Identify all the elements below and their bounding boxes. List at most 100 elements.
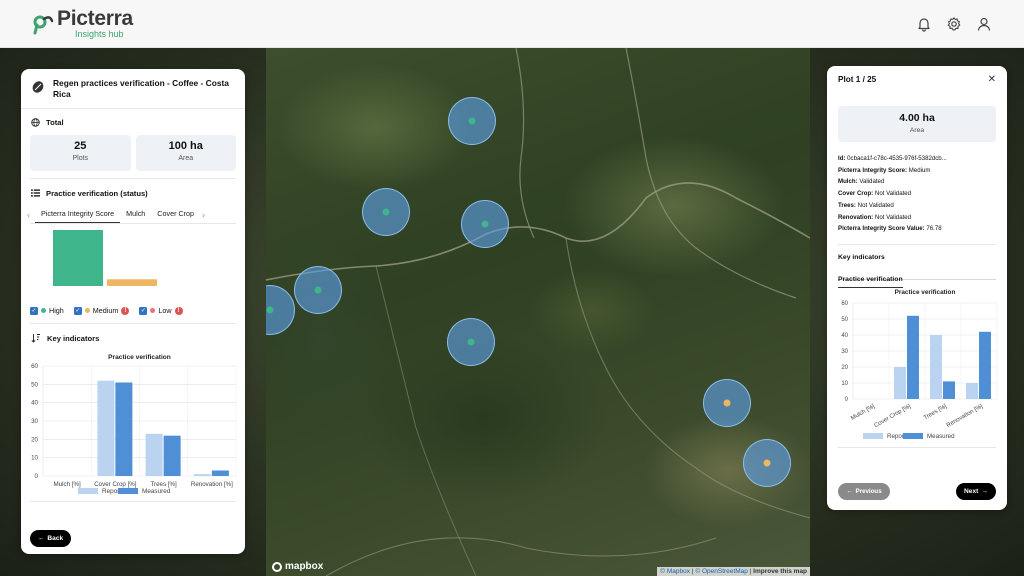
back-label: Back — [47, 535, 64, 542]
legend-item-high[interactable]: ✓ High — [30, 306, 64, 315]
total-section-heading: Total — [21, 115, 245, 129]
legend-label-low: Low — [158, 306, 172, 315]
tab-cover-crop[interactable]: Cover Crop — [151, 207, 200, 223]
attribution-separator: | — [691, 568, 694, 575]
tab-mulch[interactable]: Mulch — [120, 207, 151, 223]
plots-stat: 25 Plots — [30, 135, 131, 171]
status-bar-high — [53, 230, 103, 286]
warning-icon: ! — [174, 306, 183, 315]
improve-map-link[interactable]: Improve this map — [753, 568, 807, 575]
tab-practice-verification[interactable]: Practice verification — [838, 276, 903, 288]
bar-reported — [193, 474, 211, 476]
coffee-bean-icon — [32, 81, 44, 93]
legend-swatch-reported — [78, 488, 98, 494]
chart-title: Practice verification — [895, 289, 956, 296]
plot-status-dot — [382, 208, 390, 216]
plot-key-indicators-heading: Key indicators — [838, 253, 885, 261]
attr-integrity-score: Picterra Integrity Score: Medium — [838, 166, 931, 174]
left-practice-verification-chart: Practice verification 0 10 20 30 40 50 60 Mulch … — [31, 354, 237, 495]
plot-status-dot — [266, 306, 274, 314]
chart-title: Practice verification — [108, 354, 171, 361]
osm-attribution-link[interactable]: © OpenStreetMap — [695, 568, 747, 575]
list-icon — [31, 189, 40, 197]
legend-label-measured: Measured — [927, 433, 955, 440]
back-button[interactable]: ← Back — [30, 530, 71, 547]
next-label: Next — [964, 488, 979, 495]
y-tick-label: 10 — [31, 455, 38, 462]
y-tick-label: 0 — [845, 397, 849, 403]
y-tick-label: 0 — [35, 473, 39, 480]
plot-details-panel: Plot 1 / 25 ✕ 4.00 ha Area Id: 0cbaca1f-… — [827, 66, 1007, 510]
mapbox-label: mapbox — [285, 561, 324, 572]
y-tick-label: 50 — [31, 381, 38, 388]
project-summary-panel: Regen practices verification - Coffee - … — [21, 69, 245, 554]
previous-button[interactable]: ← Previous — [838, 483, 890, 500]
tabs-scroll-left-icon[interactable]: ‹ — [27, 210, 35, 220]
warning-icon: ! — [121, 306, 130, 315]
area-value: 100 ha — [168, 140, 203, 152]
mapbox-attribution-link[interactable]: © Mapbox — [660, 568, 690, 575]
sort-icon — [31, 334, 40, 343]
user-icon[interactable] — [976, 16, 992, 32]
plot-circle[interactable] — [447, 318, 495, 366]
bar-reported — [966, 382, 978, 399]
logo-name: Picterra — [57, 7, 133, 30]
tabs-scroll-right-icon[interactable]: › — [202, 210, 210, 220]
legend-item-medium[interactable]: ✓ Medium ! — [73, 306, 130, 315]
attr-mulch: Mulch: Validated — [838, 178, 885, 186]
plot-circle[interactable] — [703, 379, 751, 427]
y-tick-label: 60 — [31, 363, 38, 370]
plot-circle[interactable] — [294, 266, 342, 314]
plot-circle[interactable] — [461, 200, 509, 248]
plot-status-dot — [468, 117, 476, 125]
attr-id: Id: 0cbaca1f-c78c-4535-976f-5382dcb... — [838, 155, 947, 162]
plot-status-dot — [314, 286, 322, 294]
plot-area-label: Area — [909, 127, 925, 134]
legend-swatch-measured — [903, 432, 923, 439]
plot-status-dot — [481, 220, 489, 228]
plot-circle[interactable] — [743, 439, 791, 487]
status-bar-medium — [107, 279, 157, 286]
bar-measured — [943, 381, 955, 399]
x-tick-label: Mulch [%] — [850, 403, 876, 422]
mapbox-logo[interactable]: mapbox — [272, 561, 323, 572]
checkbox-checked-icon[interactable]: ✓ — [139, 306, 148, 315]
next-button[interactable]: Next → — [956, 483, 996, 500]
x-tick-label: Cover Crop [%] — [873, 403, 912, 429]
bell-icon[interactable] — [916, 16, 932, 32]
checkbox-checked-icon[interactable]: ✓ — [73, 306, 82, 315]
logo-subtitle: Insights hub — [75, 29, 124, 39]
plot-status-dot — [723, 399, 731, 407]
tab-integrity-score[interactable]: Picterra Integrity Score — [35, 207, 121, 223]
bar-measured — [211, 470, 229, 476]
legend-label-high: High — [49, 306, 64, 315]
y-tick-label: 40 — [31, 400, 38, 407]
gear-icon[interactable] — [946, 16, 962, 32]
arrow-left-icon: ← — [846, 488, 853, 495]
picterra-logo[interactable]: Picterra Insights hub — [32, 8, 133, 39]
x-tick-label: Renovation [%] — [946, 403, 985, 429]
area-label: Area — [178, 155, 194, 162]
y-tick-label: 10 — [841, 381, 848, 387]
picterra-logo-icon — [33, 15, 54, 34]
checkbox-checked-icon[interactable]: ✓ — [30, 306, 38, 315]
y-tick-label: 30 — [31, 418, 38, 425]
x-tick-label: Trees [%] — [923, 403, 948, 421]
mapbox-logo-icon — [272, 561, 282, 572]
project-title: Regen practices verification - Coffee - … — [53, 78, 229, 99]
plot-area-stat: 4.00 ha Area — [838, 106, 996, 142]
bar-measured — [163, 435, 181, 476]
plot-circle[interactable] — [362, 188, 410, 236]
plot-area-value: 4.00 ha — [899, 112, 935, 124]
bar-reported — [97, 380, 115, 476]
top-bar: Picterra Insights hub — [0, 0, 1024, 48]
close-icon[interactable]: ✕ — [988, 74, 996, 85]
plot-counter: Plot 1 / 25 — [838, 75, 877, 84]
bar-measured — [115, 382, 133, 476]
attr-renovation: Renovation: Not Validated — [838, 213, 912, 221]
x-tick-label: Trees [%] — [151, 481, 178, 488]
arrow-right-icon: → — [981, 488, 988, 495]
satellite-map[interactable]: mapbox © Mapbox | © OpenStreetMap | Impr… — [266, 48, 810, 576]
plot-circle[interactable] — [448, 97, 496, 145]
legend-item-low[interactable]: ✓ Low ! — [139, 306, 183, 315]
